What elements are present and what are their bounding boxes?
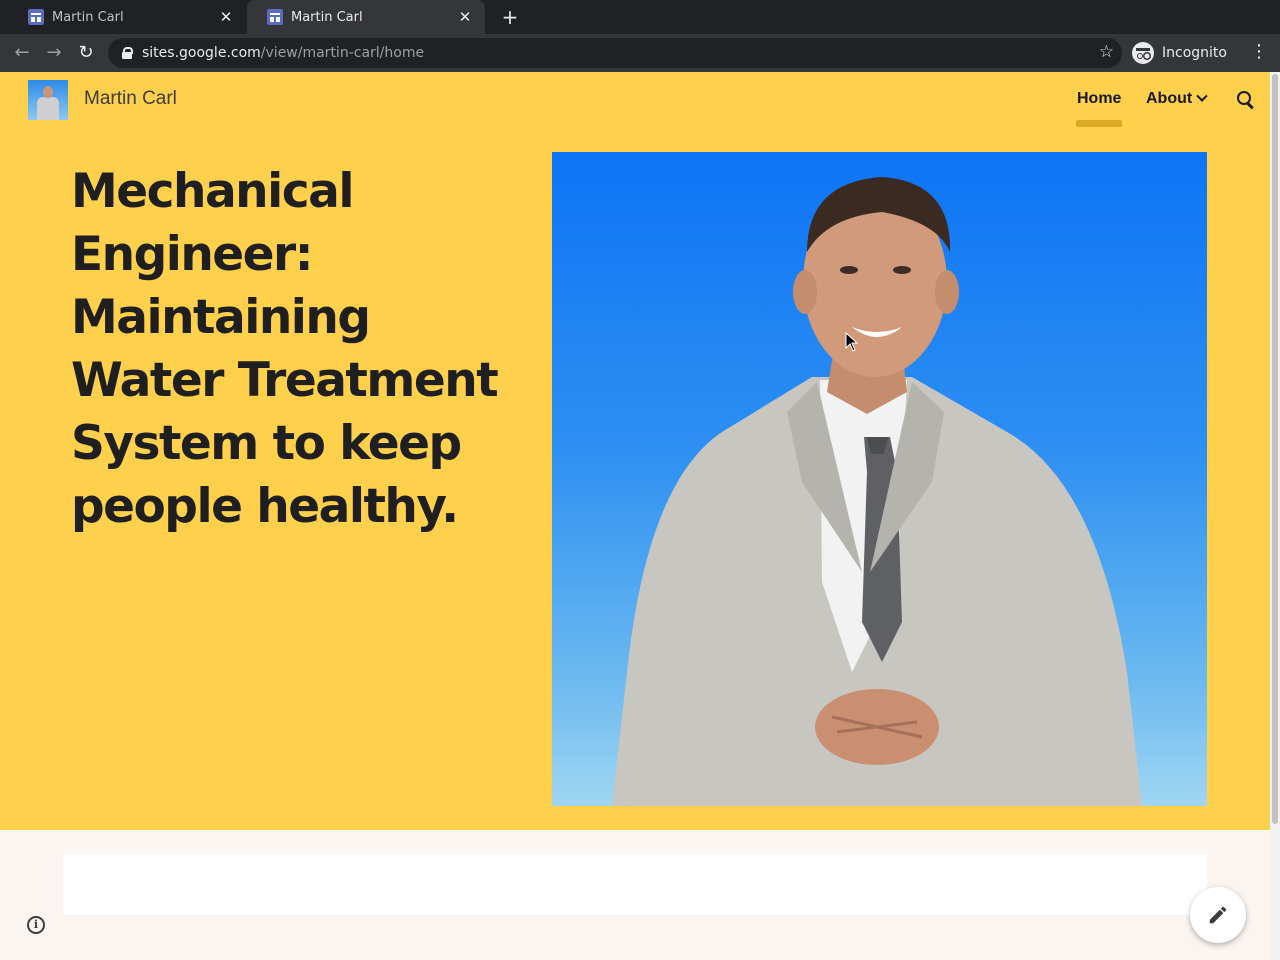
browser-toolbar: ← → ↻ sites.google.com/view/martin-carl/…	[0, 34, 1280, 72]
logo-head	[43, 86, 53, 98]
nav-active-indicator	[1076, 120, 1122, 127]
site-page: Martin Carl Home About Mechanical Engine…	[0, 72, 1270, 960]
edit-button[interactable]	[1190, 887, 1246, 943]
scrollbar-thumb[interactable]	[1272, 74, 1278, 824]
lock-icon	[122, 47, 133, 59]
url-host: sites.google.com	[142, 45, 261, 61]
nav-about-label: About	[1146, 90, 1193, 107]
new-tab-button[interactable]: +	[498, 5, 522, 29]
bookmark-star-icon[interactable]: ☆	[1099, 42, 1114, 62]
google-sites-favicon-icon	[28, 9, 44, 25]
forward-arrow-icon[interactable]: →	[42, 41, 66, 65]
hero-section: Martin Carl Home About Mechanical Engine…	[0, 72, 1270, 830]
site-title[interactable]: Martin Carl	[84, 88, 177, 110]
browser-tab-active[interactable]: Martin Carl ✕	[247, 0, 485, 34]
back-arrow-icon[interactable]: ←	[10, 41, 34, 65]
incognito-label: Incognito	[1162, 45, 1227, 61]
tab-title: Martin Carl	[52, 9, 124, 25]
search-icon[interactable]	[1236, 90, 1256, 110]
tab-title: Martin Carl	[291, 9, 363, 25]
address-bar[interactable]: sites.google.com/view/martin-carl/home ☆	[108, 38, 1122, 68]
url-path: /view/martin-carl/home	[260, 45, 425, 61]
chevron-down-icon	[1196, 90, 1208, 102]
page-scrollbar[interactable]	[1270, 72, 1280, 960]
close-tab-icon[interactable]: ✕	[218, 8, 234, 26]
mouse-cursor-icon	[845, 332, 859, 352]
hero-image	[552, 152, 1207, 806]
nav-item-about[interactable]: About	[1146, 90, 1208, 108]
hero-headline: Mechanical Engineer: Maintaining Water T…	[71, 164, 499, 534]
nav-item-home[interactable]: Home	[1077, 90, 1121, 108]
person-illustration	[612, 177, 1142, 806]
google-sites-favicon-icon	[267, 9, 283, 25]
info-icon[interactable]: i	[27, 916, 45, 934]
pencil-icon	[1209, 906, 1227, 924]
browser-tabstrip: Martin Carl ✕ Martin Carl ✕ +	[0, 0, 1280, 34]
incognito-icon	[1132, 42, 1154, 64]
logo-body	[37, 97, 59, 120]
incognito-profile-button[interactable]: Incognito	[1132, 40, 1227, 66]
reload-icon[interactable]: ↻	[74, 41, 98, 65]
browser-tab[interactable]: Martin Carl ✕	[8, 0, 246, 34]
browser-menu-icon[interactable]: ⋮	[1250, 41, 1268, 62]
site-logo[interactable]	[28, 80, 68, 120]
close-tab-icon[interactable]: ✕	[457, 8, 473, 26]
content-card	[63, 854, 1207, 915]
